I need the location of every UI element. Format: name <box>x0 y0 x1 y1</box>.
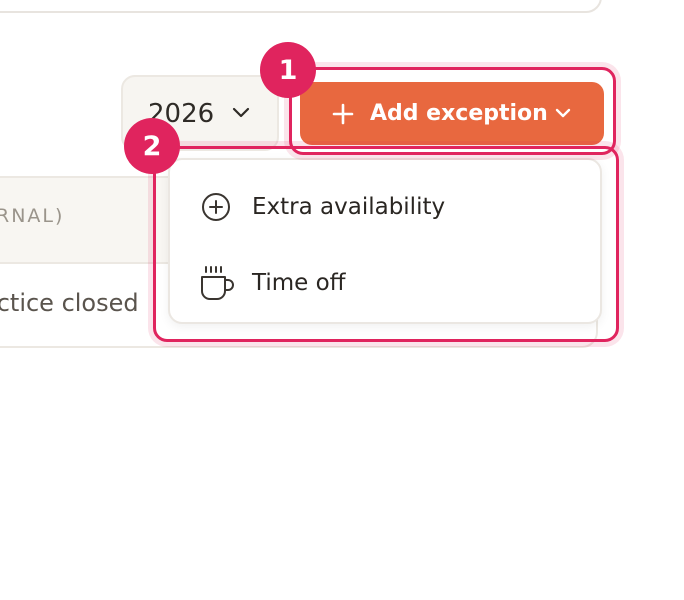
chevron-down-icon <box>232 107 250 118</box>
table-row-label: actice closed <box>0 289 139 317</box>
callout-frame-2 <box>153 146 619 342</box>
top-card <box>0 0 602 13</box>
callout-badge-1: 1 <box>260 42 316 98</box>
table-header-label: ERNAL) <box>0 205 65 227</box>
callout-frame-1 <box>289 67 616 155</box>
callout-badge-2: 2 <box>124 118 180 174</box>
